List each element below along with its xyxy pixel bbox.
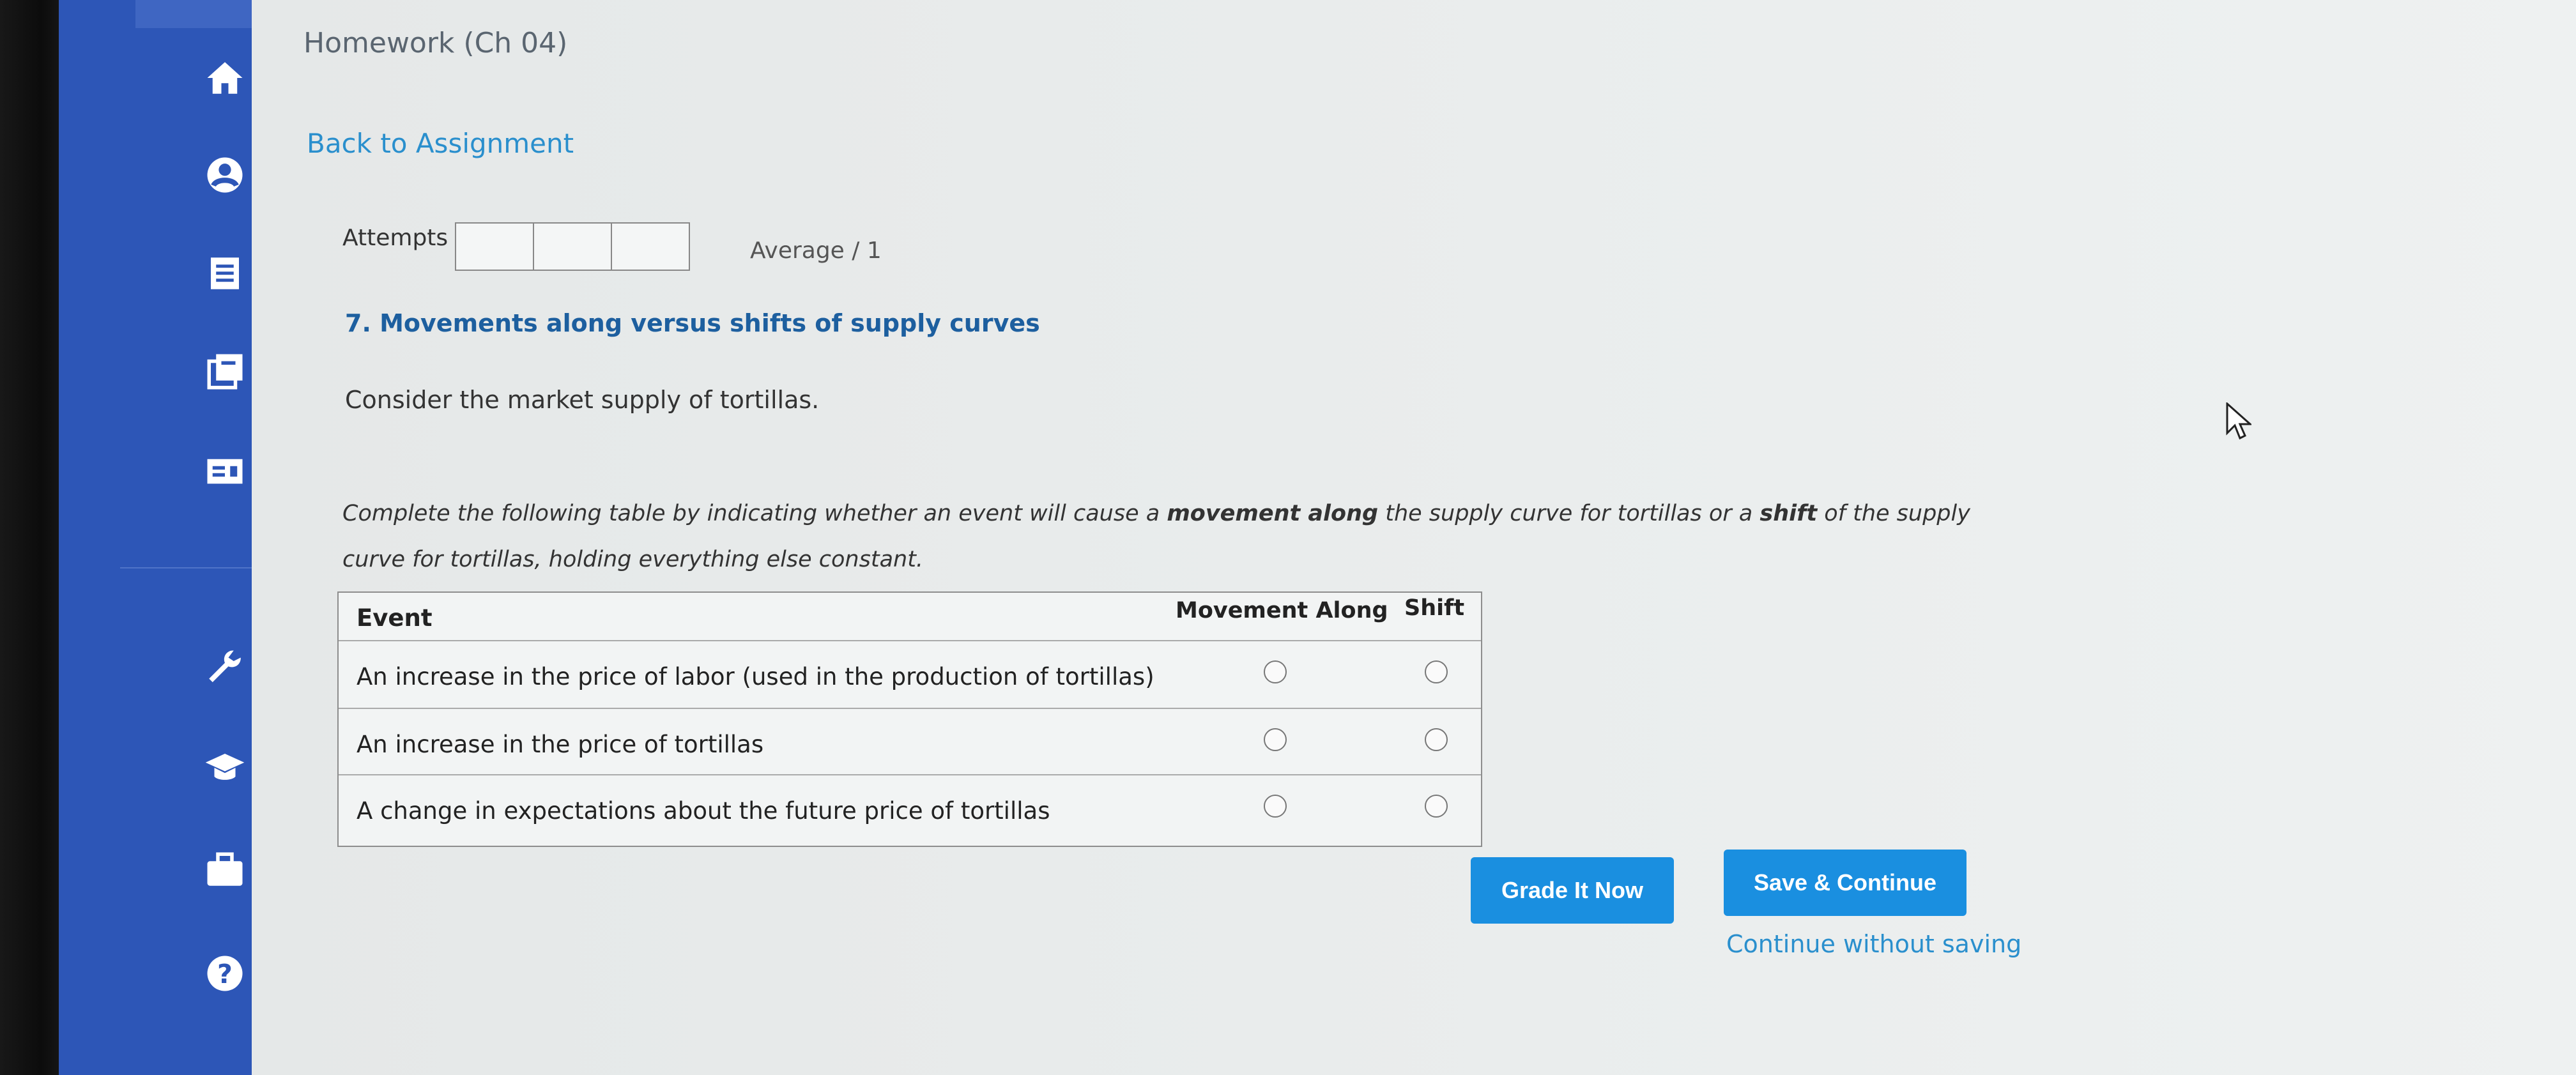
help-icon[interactable]: ? xyxy=(195,944,254,1003)
question-title: 7. Movements along versus shifts of supp… xyxy=(345,309,1040,337)
sidebar: ? xyxy=(59,0,252,1075)
shift-radio[interactable] xyxy=(1425,660,1448,683)
average-score: Average / 1 xyxy=(750,238,882,264)
instructions-text: the supply curve for tortillas or a xyxy=(1385,501,1753,526)
mouse-cursor-icon xyxy=(2226,402,2251,440)
attempt-box xyxy=(612,224,689,270)
column-header-movement-along: Movement Along xyxy=(1176,598,1388,623)
briefcase-icon[interactable] xyxy=(195,841,254,899)
svg-text:?: ? xyxy=(217,959,233,989)
table-row: An increase in the price of tortillas xyxy=(339,708,1481,775)
home-icon[interactable] xyxy=(195,49,254,107)
event-table: Event Movement Along Shift An increase i… xyxy=(337,591,1482,847)
attempt-box xyxy=(534,224,612,270)
attempt-indicator xyxy=(455,222,690,271)
back-to-assignment-link[interactable]: Back to Assignment xyxy=(307,128,574,159)
table-row: An increase in the price of labor (used … xyxy=(339,640,1481,709)
table-row: A change in expectations about the futur… xyxy=(339,774,1481,847)
question-instructions: Complete the following table by indicati… xyxy=(342,491,2004,583)
event-label: An increase in the price of labor (used … xyxy=(356,663,1154,690)
save-and-continue-button[interactable]: Save & Continue xyxy=(1724,850,1966,916)
page-title: Homework (Ch 04) xyxy=(303,27,568,59)
event-label: An increase in the price of tortillas xyxy=(356,731,764,758)
wrench-icon[interactable] xyxy=(195,639,254,698)
movement-along-radio[interactable] xyxy=(1264,795,1287,818)
grade-it-now-button[interactable]: Grade It Now xyxy=(1471,857,1674,924)
event-label: A change in expectations about the futur… xyxy=(356,797,1050,825)
table-header-row: Event Movement Along Shift xyxy=(339,593,1481,640)
instructions-emphasis: movement along xyxy=(1167,501,1379,526)
movement-along-radio[interactable] xyxy=(1264,660,1287,683)
books-icon[interactable] xyxy=(195,342,254,401)
screen-bezel xyxy=(0,0,59,1075)
column-header-event: Event xyxy=(356,604,433,632)
document-icon[interactable] xyxy=(195,244,254,303)
graduation-cap-icon[interactable] xyxy=(195,738,254,797)
continue-without-saving-link[interactable]: Continue without saving xyxy=(1726,930,2021,958)
attempts-label: Attempts xyxy=(342,225,448,251)
question-intro: Consider the market supply of tortillas. xyxy=(345,386,820,414)
column-header-shift: Shift xyxy=(1404,595,1465,621)
movement-along-radio[interactable] xyxy=(1264,728,1287,751)
card-icon[interactable] xyxy=(195,442,254,501)
sidebar-top-band xyxy=(135,0,252,28)
sidebar-divider xyxy=(120,567,252,568)
shift-radio[interactable] xyxy=(1425,728,1448,751)
profile-icon[interactable] xyxy=(195,146,254,204)
instructions-emphasis: shift xyxy=(1759,501,1818,526)
shift-radio[interactable] xyxy=(1425,795,1448,818)
attempt-box xyxy=(456,224,534,270)
instructions-text: Complete the following table by indicati… xyxy=(342,501,1160,526)
